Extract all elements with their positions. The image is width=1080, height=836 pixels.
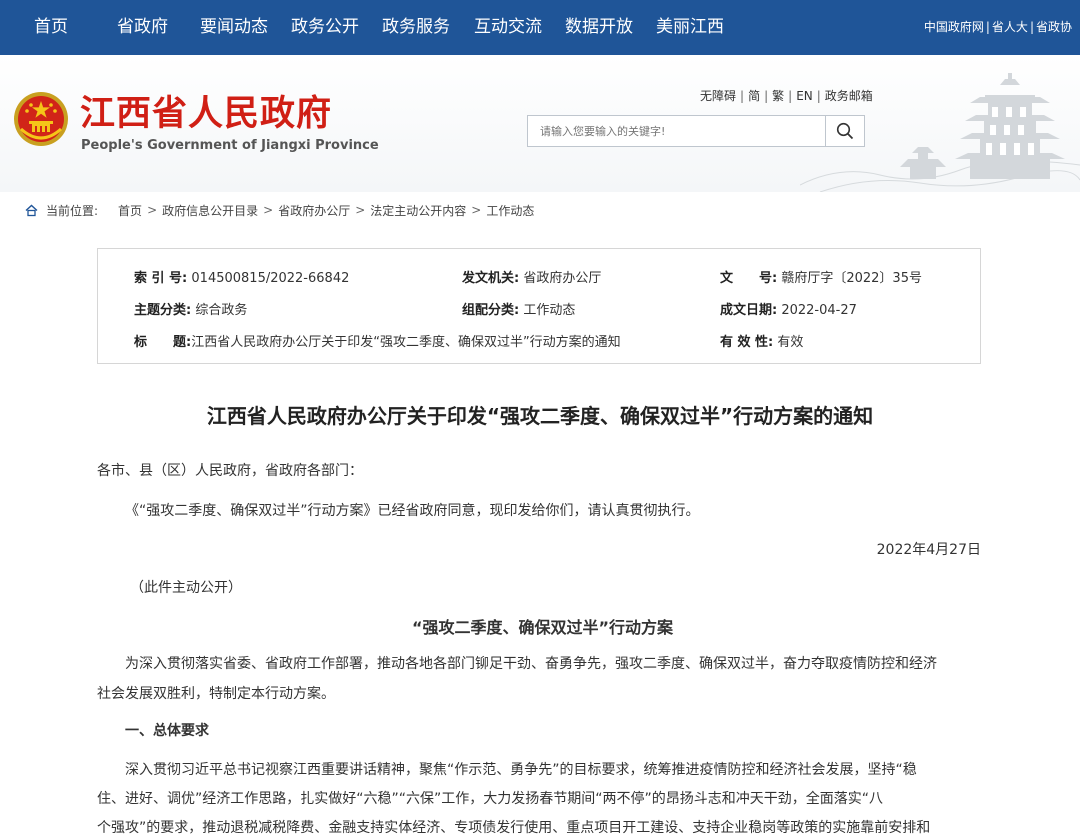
info-date: 成文日期: 2022-04-27 — [720, 299, 857, 318]
article-intro: 《“强攻二季度、确保双过半”行动方案》已经省政府同意，现印发给你们，请认真贯彻执… — [125, 500, 700, 520]
site-header: 江西省人民政府 People's Government of Jiangxi P… — [0, 55, 1080, 192]
info-value: 工作动态 — [523, 303, 575, 318]
info-topic: 主题分类: 综合政务 — [134, 299, 247, 318]
nav-item-news[interactable]: 要闻动态 — [200, 0, 268, 55]
search-input[interactable] — [527, 115, 825, 147]
info-label: 发文机关: — [462, 271, 519, 286]
site-subtitle: People's Government of Jiangxi Province — [81, 138, 379, 153]
info-value: 014500815/2022-66842 — [191, 271, 349, 286]
info-index-number: 索 引 号: 014500815/2022-66842 — [134, 267, 349, 286]
breadcrumb-item-general-office[interactable]: 省政府办公厅 — [278, 202, 350, 219]
nav-item-beautiful-jiangxi[interactable]: 美丽江西 — [656, 0, 724, 55]
info-category: 组配分类: 工作动态 — [462, 299, 575, 318]
article-title: 江西省人民政府办公厅关于印发“强攻二季度、确保双过半”行动方案的通知 — [0, 400, 1080, 429]
simplified-chinese-link[interactable]: 简 — [748, 89, 760, 103]
traditional-chinese-link[interactable]: 繁 — [772, 89, 784, 103]
separator: | — [984, 20, 992, 34]
info-value: 赣府厅字〔2022〕35号 — [781, 271, 922, 286]
article-paragraph-line: 个强攻”的要求，推动退税减税降费、金融支持实体经济、专项债发行使用、重点项目开工… — [97, 817, 930, 836]
article-paragraph-line: 深入贯彻习近平总书记视察江西重要讲话精神，聚焦“作示范、勇争先”的目标要求，统筹… — [125, 759, 917, 779]
article-salutation: 各市、县（区）人民政府，省政府各部门： — [97, 460, 363, 480]
info-value: 江西省人民政府办公厅关于印发“强攻二季度、确保双过半”行动方案的通知 — [191, 335, 620, 350]
info-value: 有效 — [777, 335, 803, 350]
breadcrumb-separator: > — [350, 203, 370, 217]
breadcrumb-separator: > — [142, 203, 162, 217]
breadcrumb-separator: > — [258, 203, 278, 217]
info-label: 组配分类: — [462, 303, 519, 318]
nav-item-gov-affairs-open[interactable]: 政务公开 — [291, 0, 359, 55]
info-issuer: 发文机关: 省政府办公厅 — [462, 267, 601, 286]
info-value: 综合政务 — [195, 303, 247, 318]
info-label: 成文日期: — [720, 303, 777, 318]
breadcrumb-item-info-catalog[interactable]: 政府信息公开目录 — [162, 202, 258, 219]
breadcrumb-item-home[interactable]: 首页 — [118, 202, 142, 219]
nav-item-open-data[interactable]: 数据开放 — [565, 0, 633, 55]
info-label: 主题分类: — [134, 303, 191, 318]
national-emblem-icon — [13, 91, 69, 147]
info-validity: 有 效 性: 有效 — [720, 331, 803, 350]
separator: | — [736, 89, 748, 103]
article-paragraph-line: 社会发展双胜利，特制定本行动方案。 — [97, 683, 335, 703]
article-date: 2022年4月27日 — [700, 539, 981, 559]
info-title: 标 题:江西省人民政府办公厅关于印发“强攻二季度、确保双过半”行动方案的通知 — [134, 331, 621, 350]
separator: | — [760, 89, 772, 103]
article-paragraph-line: 住、进好、调优”经济工作思路，扎实做好“六稳”“六保”工作，大力发扬春节期间“两… — [97, 788, 883, 808]
link-china-gov[interactable]: 中国政府网 — [924, 20, 984, 34]
nav-item-interaction[interactable]: 互动交流 — [474, 0, 542, 55]
breadcrumb-label: 当前位置: — [46, 202, 98, 219]
link-provincial-cppcc[interactable]: 省政协 — [1036, 20, 1072, 34]
breadcrumb-separator: > — [466, 203, 486, 217]
site-title[interactable]: 江西省人民政府 — [80, 92, 332, 136]
separator: | — [784, 89, 796, 103]
top-navigation: 首页 省政府 要闻动态 政务公开 政务服务 互动交流 数据开放 美丽江西 中国政… — [0, 0, 1080, 55]
home-icon — [25, 204, 38, 217]
info-label: 有 效 性: — [720, 335, 773, 350]
link-provincial-congress[interactable]: 省人大 — [992, 20, 1028, 34]
external-links: 中国政府网|省人大|省政协 — [924, 0, 1072, 55]
document-info-box: 索 引 号: 014500815/2022-66842 发文机关: 省政府办公厅… — [97, 248, 981, 364]
info-label: 文 号: — [720, 271, 777, 286]
article-public-note: （此件主动公开） — [130, 577, 242, 597]
info-value: 省政府办公厅 — [523, 271, 601, 286]
nav-item-gov-services[interactable]: 政务服务 — [382, 0, 450, 55]
accessibility-link[interactable]: 无障碍 — [700, 89, 736, 103]
breadcrumb-item-statutory-content[interactable]: 法定主动公开内容 — [370, 202, 466, 219]
nav-item-home[interactable]: 首页 — [34, 0, 68, 55]
nav-item-provincial-gov[interactable]: 省政府 — [117, 0, 168, 55]
info-value: 2022-04-27 — [781, 303, 857, 318]
breadcrumb: 当前位置: 首页 > 政府信息公开目录 > 省政府办公厅 > 法定主动公开内容 … — [25, 202, 534, 218]
article-paragraph-line: 为深入贯彻落实省委、省政府工作部署，推动各地各部门铆足干劲、奋勇争先，强攻二季度… — [125, 653, 937, 673]
info-document-number: 文 号: 赣府厅字〔2022〕35号 — [720, 267, 922, 286]
plan-title: “强攻二季度、确保双过半”行动方案 — [0, 614, 1080, 638]
breadcrumb-item-work-news[interactable]: 工作动态 — [486, 202, 534, 219]
info-label: 索 引 号: — [134, 271, 187, 286]
separator: | — [1028, 20, 1036, 34]
section-heading: 一、总体要求 — [125, 720, 209, 740]
pavilion-illustration — [800, 65, 1080, 192]
info-label: 标 题: — [134, 335, 191, 350]
